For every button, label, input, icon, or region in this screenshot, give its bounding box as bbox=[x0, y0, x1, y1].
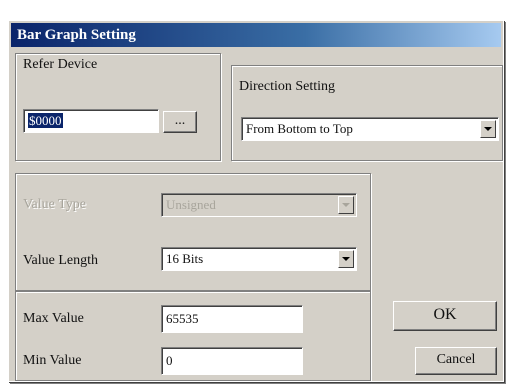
value-length-value: 16 Bits bbox=[166, 251, 204, 266]
value-format-group bbox=[15, 173, 371, 291]
value-length-dropdown[interactable]: 16 Bits bbox=[161, 247, 357, 271]
direction-dropdown-value: From Bottom to Top bbox=[246, 121, 353, 136]
refer-device-input[interactable]: $0000 bbox=[23, 109, 159, 133]
value-type-value: Unsigned bbox=[166, 197, 216, 212]
chevron-down-icon bbox=[342, 257, 350, 261]
max-value-label: Max Value bbox=[23, 311, 84, 326]
chevron-down-icon bbox=[484, 127, 492, 131]
direction-setting-label: Direction Setting bbox=[239, 79, 336, 94]
direction-dropdown-button[interactable] bbox=[480, 120, 496, 138]
value-type-dropdown: Unsigned bbox=[161, 193, 357, 217]
value-length-dropdown-button[interactable] bbox=[338, 250, 354, 268]
dialog-titlebar: Bar Graph Setting bbox=[11, 23, 501, 47]
ok-button[interactable]: OK bbox=[393, 301, 497, 331]
max-value-input[interactable]: 65535 bbox=[161, 305, 303, 333]
refer-device-label: Refer Device bbox=[23, 57, 98, 72]
browse-device-button[interactable]: ... bbox=[163, 111, 197, 133]
min-value-label: Min Value bbox=[23, 353, 82, 368]
bar-graph-setting-dialog: Bar Graph Setting Refer Device $0000 ...… bbox=[8, 20, 504, 382]
chevron-down-icon bbox=[342, 203, 350, 207]
value-type-label: Value Type bbox=[23, 197, 86, 212]
value-type-dropdown-button bbox=[338, 196, 354, 214]
min-value-input[interactable]: 0 bbox=[161, 347, 303, 375]
direction-dropdown[interactable]: From Bottom to Top bbox=[241, 117, 499, 141]
value-length-label: Value Length bbox=[23, 253, 99, 268]
cancel-button[interactable]: Cancel bbox=[415, 347, 497, 375]
refer-device-value: $0000 bbox=[28, 113, 63, 128]
